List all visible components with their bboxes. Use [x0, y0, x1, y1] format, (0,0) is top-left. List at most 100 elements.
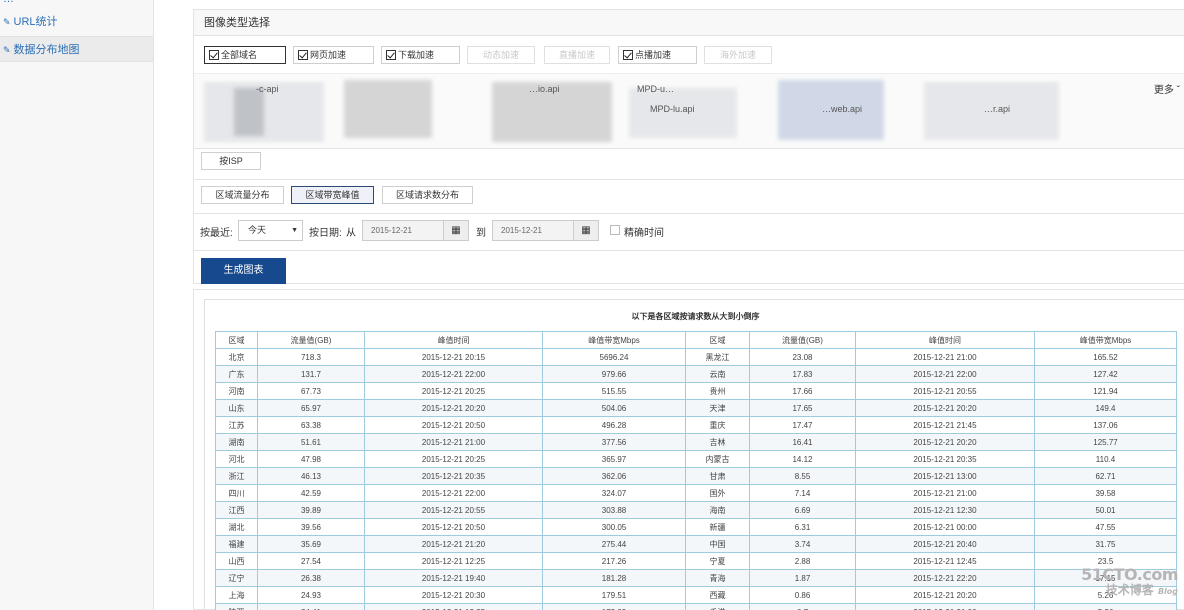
- table-cell: 47.98: [257, 450, 365, 468]
- type-overseas-acceleration[interactable]: 海外加速: [704, 46, 772, 64]
- precise-time-label: 精确时间: [624, 228, 664, 239]
- table-cell: 陕西: [215, 603, 258, 610]
- table-cell: 16.41: [749, 433, 856, 451]
- type-label: 网页加速: [310, 50, 347, 60]
- watermark-line2: 技术博客 Blog: [1081, 583, 1178, 599]
- table-cell: 四川: [215, 484, 258, 502]
- type-label: 全部域名: [221, 50, 258, 60]
- table-cell: 内蒙古: [685, 450, 750, 468]
- table-cell: 149.4: [1034, 399, 1177, 417]
- sidebar-item-data-map[interactable]: ✎ 数据分布地图: [0, 36, 153, 62]
- table-cell: 吉林: [685, 433, 750, 451]
- table-cell: 湖南: [215, 433, 258, 451]
- table-cell: 65.97: [257, 399, 365, 417]
- column-header: 峰值带宽Mbps: [542, 331, 686, 349]
- more-label: 更多: [1153, 85, 1174, 96]
- table-cell: 2015-12-21 00:00: [855, 518, 1035, 536]
- table-cell: 5.26: [1034, 603, 1177, 610]
- table-cell: 2015-12-21 22:00: [364, 484, 543, 502]
- table-cell: 2015-12-21 20:25: [364, 382, 543, 400]
- table-cell: 24.41: [257, 603, 365, 610]
- table-cell: 377.56: [542, 433, 686, 451]
- table-cell: 重庆: [685, 416, 750, 434]
- table-cell: 324.07: [542, 484, 686, 502]
- table-cell: 362.06: [542, 467, 686, 485]
- view-region-requests[interactable]: 区域请求数分布: [382, 186, 473, 204]
- table-cell: 496.28: [542, 416, 686, 434]
- table-title: 以下是各区域按请求数从大到小倒序: [631, 312, 760, 321]
- table-cell: 6.31: [749, 518, 856, 536]
- to-date-input[interactable]: 2015-12-21: [492, 220, 574, 241]
- table-cell: 31.75: [1034, 535, 1177, 553]
- type-label: 动态加速: [482, 50, 519, 60]
- precise-time-checkbox[interactable]: [610, 225, 620, 235]
- table-cell: 2015-12-21 20:20: [364, 399, 543, 417]
- table-cell: 39.56: [257, 518, 365, 536]
- divider: [194, 250, 1184, 251]
- table-cell: 67.73: [257, 382, 365, 400]
- generate-chart-button[interactable]: 生成图表: [201, 258, 286, 284]
- calendar-icon[interactable]: ▦: [443, 220, 469, 241]
- table-cell: 5696.24: [542, 348, 686, 366]
- table-cell: 香港: [685, 603, 750, 610]
- edit-icon: ✎: [3, 17, 11, 27]
- table-cell: 上海: [215, 586, 258, 604]
- type-vod-acceleration[interactable]: 点播加速: [618, 46, 697, 64]
- table-cell: 2015-12-21 20:20: [855, 433, 1035, 451]
- table-cell: 广东: [215, 365, 258, 383]
- isp-button[interactable]: 按ISP: [201, 152, 261, 170]
- divider: [194, 179, 1184, 180]
- table-cell: 2015-12-21 22:00: [855, 365, 1035, 383]
- from-label: 从: [346, 228, 356, 239]
- table-cell: 51.61: [257, 433, 365, 451]
- table-row: 江西 39.89 2015-12-21 20:55 303.88 海南 6.69 2015-…: [215, 501, 1177, 519]
- table-cell: 17.65: [749, 399, 856, 417]
- table-cell: 35.69: [257, 535, 365, 553]
- table-cell: 179.51: [542, 586, 686, 604]
- table-cell: 海南: [685, 501, 750, 519]
- type-live-acceleration[interactable]: 直播加速: [544, 46, 610, 64]
- table-row: 北京 718.3 2015-12-21 20:15 5696.24 黑龙江 23.08 20…: [215, 348, 1177, 366]
- type-download-acceleration[interactable]: 下载加速: [381, 46, 460, 64]
- table-cell: 云南: [685, 365, 750, 383]
- sidebar-item-label: …: [3, 0, 14, 5]
- type-dynamic-acceleration[interactable]: 动态加速: [467, 46, 535, 64]
- calendar-icon[interactable]: ▦: [573, 220, 599, 241]
- table-cell: 江西: [215, 501, 258, 519]
- more-domains-link[interactable]: 更多 ˇ: [1154, 81, 1180, 96]
- view-region-peak-bandwidth[interactable]: 区域带宽峰值: [291, 186, 374, 204]
- sidebar-item-url-stats[interactable]: ✎ URL统计: [0, 9, 153, 35]
- table-cell: 63.38: [257, 416, 365, 434]
- type-web-acceleration[interactable]: 网页加速: [293, 46, 374, 64]
- table-header-row: 区域 流量值(GB) 峰值时间 峰值带宽Mbps 区域 流量值(GB) 峰值时间…: [215, 331, 1177, 349]
- table-row: 福建 35.69 2015-12-21 21:20 275.44 中国 3.74 2015-…: [215, 535, 1177, 553]
- domain-list: -c-api …io.api MPD-u… MPD-lu.api …web.ap…: [194, 73, 1184, 149]
- table-cell: 2015-12-21 20:55: [855, 382, 1035, 400]
- table-row: 上海 24.93 2015-12-21 20:30 179.51 西藏 0.86 2015-…: [215, 586, 1177, 604]
- checkbox-checked-icon: [623, 50, 633, 60]
- table-cell: 3.74: [749, 535, 856, 553]
- table-cell: 2.88: [749, 552, 856, 570]
- table-cell: 浙江: [215, 467, 258, 485]
- column-header: 流量值(GB): [749, 331, 856, 349]
- table-cell: 2015-12-21 20:35: [855, 450, 1035, 468]
- view-region-traffic[interactable]: 区域流量分布: [201, 186, 284, 204]
- table-cell: 2015-12-21 21:00: [855, 348, 1035, 366]
- table-cell: 217.26: [542, 552, 686, 570]
- table-cell: 24.93: [257, 586, 365, 604]
- watermark-suffix: Blog: [1157, 587, 1178, 596]
- to-label: 到: [476, 228, 486, 239]
- table-row: 湖北 39.56 2015-12-21 20:50 300.05 新疆 6.31 2015-…: [215, 518, 1177, 536]
- divider: [194, 213, 1184, 214]
- type-label: 海外加速: [719, 50, 756, 60]
- table-cell: 2015-12-21 20:50: [364, 416, 543, 434]
- table-cell: 湖北: [215, 518, 258, 536]
- domain-text: -c-api: [256, 84, 279, 94]
- table-cell: 125.77: [1034, 433, 1177, 451]
- table-cell: 2015-12-21 12:25: [364, 552, 543, 570]
- table-cell: 2015-12-21 20:55: [364, 501, 543, 519]
- recent-select[interactable]: 今天 ▼: [238, 220, 303, 241]
- type-all-domains[interactable]: 全部域名: [204, 46, 286, 64]
- table-cell: 2015-12-21 12:25: [364, 603, 543, 610]
- from-date-input[interactable]: 2015-12-21: [362, 220, 444, 241]
